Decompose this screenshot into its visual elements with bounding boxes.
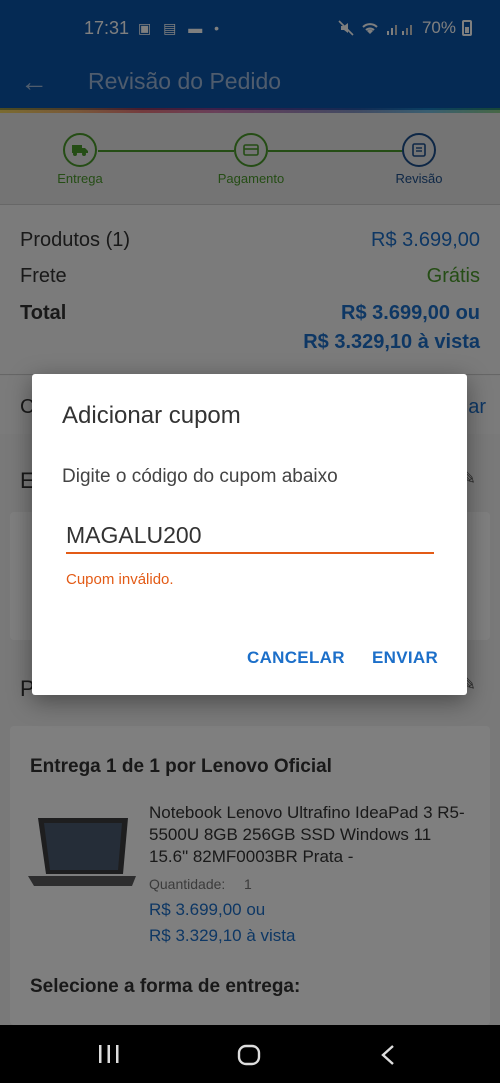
recent-apps-icon[interactable]	[98, 1045, 120, 1063]
coupon-code-input[interactable]	[66, 518, 434, 554]
send-button[interactable]: ENVIAR	[372, 648, 438, 668]
coupon-error-message: Cupom inválido.	[66, 571, 174, 588]
add-coupon-dialog: Adicionar cupom Digite o código do cupom…	[32, 374, 467, 695]
dialog-message: Digite o código do cupom abaixo	[62, 466, 338, 487]
cancel-button[interactable]: CANCELAR	[247, 648, 345, 668]
dialog-title: Adicionar cupom	[62, 402, 241, 429]
back-nav-icon[interactable]	[380, 1044, 396, 1066]
system-nav-bar	[0, 1025, 500, 1083]
home-icon[interactable]	[237, 1044, 261, 1066]
